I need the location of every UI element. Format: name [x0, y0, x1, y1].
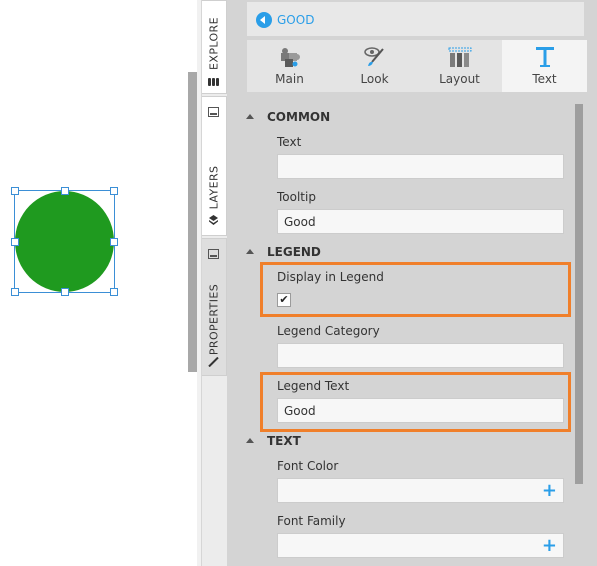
tab-main[interactable]: Main	[247, 40, 332, 92]
tooltip-field[interactable]: Good	[277, 209, 564, 234]
legend-text-field[interactable]: Good	[277, 398, 564, 423]
section-legend-title: LEGEND	[267, 245, 321, 259]
text-T-icon	[535, 47, 554, 67]
dashboard-canvas[interactable]	[0, 0, 188, 566]
resize-handle-top-left[interactable]	[11, 187, 19, 195]
panel-header: GOOD	[247, 2, 584, 36]
tab-properties[interactable]: PROPERTIES	[202, 238, 227, 376]
legend-text-label: Legend Text	[277, 379, 350, 393]
collapse-arrow-icon	[246, 249, 254, 254]
legend-category-label: Legend Category	[277, 324, 380, 338]
resize-handle-bottom[interactable]	[61, 288, 69, 296]
legend-category-field[interactable]	[277, 343, 564, 368]
resize-handle-left[interactable]	[11, 238, 19, 246]
collapse-arrow-icon	[246, 114, 254, 119]
text-label: Text	[277, 135, 302, 149]
panel-scrollbar[interactable]	[575, 104, 583, 484]
property-subtabs: Main Look Layout Text	[247, 40, 587, 92]
tab-explore[interactable]: EXPLORE	[202, 0, 227, 94]
section-common-title: COMMON	[267, 110, 331, 124]
collapse-arrow-icon	[246, 438, 254, 443]
tab-look-label: Look	[360, 72, 389, 86]
tab-text[interactable]: Text	[502, 40, 587, 92]
resize-handle-right[interactable]	[110, 238, 118, 246]
add-icon[interactable]: +	[542, 536, 557, 556]
tab-text-label: Text	[532, 72, 557, 86]
puzzle-icon	[280, 48, 300, 67]
tab-layers[interactable]: LAYERS	[202, 96, 227, 236]
canvas-scrollbar[interactable]	[188, 72, 197, 372]
font-family-label: Font Family	[277, 514, 346, 528]
tooltip-label: Tooltip	[277, 190, 316, 204]
tab-layers-label: LAYERS	[207, 165, 221, 210]
minimize-icon	[208, 107, 219, 117]
minimize-icon	[208, 249, 219, 259]
display-in-legend-label: Display in Legend	[277, 270, 384, 284]
layout-icon	[448, 47, 471, 67]
eye-brush-icon	[363, 47, 384, 66]
tab-explore-label: EXPLORE	[207, 17, 221, 70]
resize-handle-top-right[interactable]	[110, 187, 118, 195]
panel-title[interactable]: GOOD	[277, 13, 314, 27]
tab-look[interactable]: Look	[332, 40, 417, 92]
font-family-field[interactable]: +	[277, 533, 564, 558]
back-arrow-icon[interactable]	[256, 12, 272, 28]
resize-handle-bottom-left[interactable]	[11, 288, 19, 296]
brush-icon	[208, 357, 219, 367]
add-icon[interactable]: +	[542, 481, 557, 501]
resize-handle-top[interactable]	[61, 187, 69, 195]
database-icon	[208, 78, 219, 86]
text-field[interactable]	[277, 154, 564, 179]
tab-layout-label: Layout	[439, 72, 480, 86]
tab-layout[interactable]: Layout	[417, 40, 502, 92]
layers-icon	[209, 215, 218, 225]
font-color-label: Font Color	[277, 459, 339, 473]
resize-handle-bottom-right[interactable]	[110, 288, 118, 296]
display-in-legend-checkbox[interactable]: ✔	[277, 293, 291, 307]
properties-panel: GOOD Main Look Layout Text COMMON Text T…	[227, 0, 597, 566]
selection-border	[14, 190, 115, 293]
font-color-field[interactable]: +	[277, 478, 564, 503]
tab-properties-label: PROPERTIES	[207, 283, 221, 356]
tab-main-label: Main	[275, 72, 304, 86]
circle-shape-widget[interactable]	[11, 187, 118, 296]
side-tab-strip: EXPLORE LAYERS PROPERTIES	[201, 0, 228, 566]
section-text-title: TEXT	[267, 434, 301, 448]
